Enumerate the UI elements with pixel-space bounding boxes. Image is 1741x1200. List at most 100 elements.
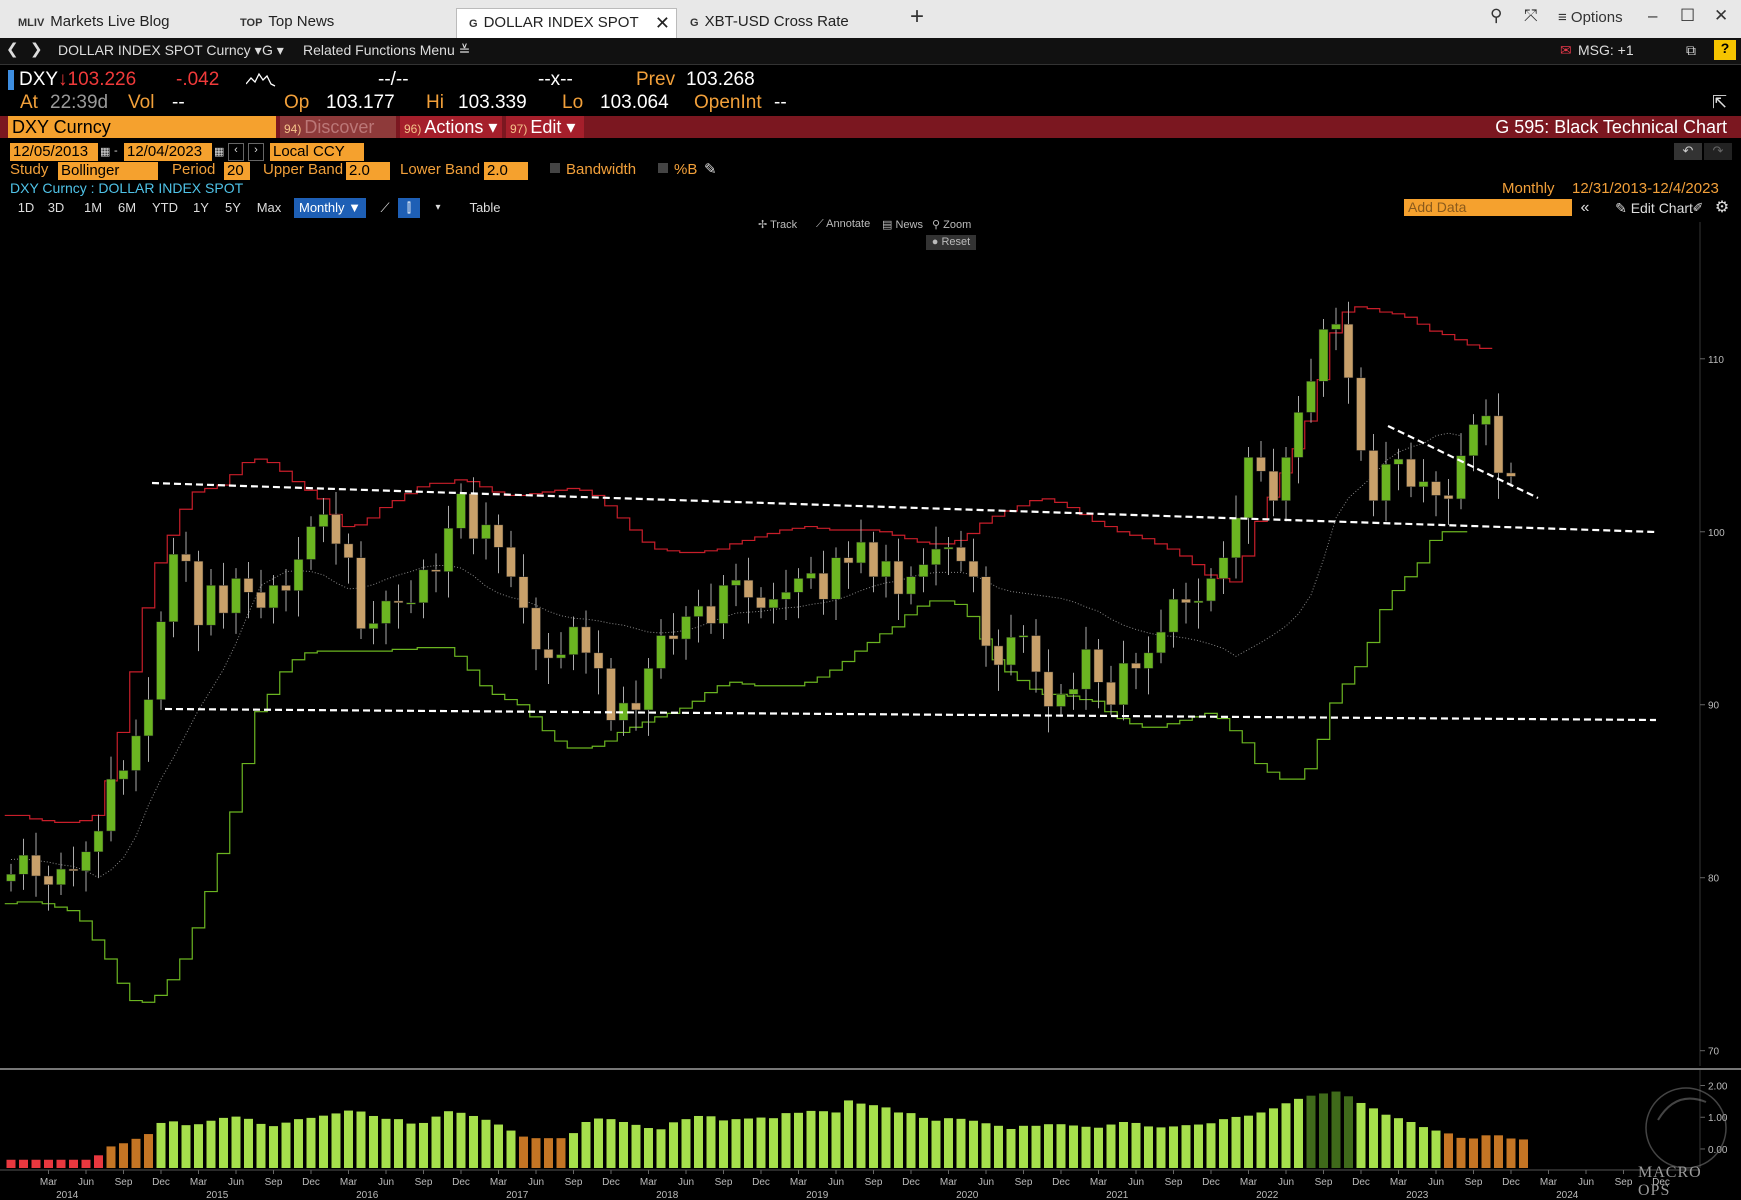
- candle-body: [318, 514, 329, 527]
- y-tick-label: 100: [1708, 528, 1725, 539]
- tab-top-news[interactable]: TOP Top News: [228, 8, 454, 38]
- price-chart[interactable]: 7080901001100.001.002.00Mar Jun Sep Dec Mar J…: [0, 222, 1741, 1200]
- maximize-icon[interactable]: ☐: [1680, 6, 1695, 26]
- bandwidth-bar: [844, 1100, 853, 1168]
- discover-button[interactable]: 94) Discover: [280, 116, 396, 138]
- range-button-6m[interactable]: 6M: [114, 198, 140, 218]
- options-menu[interactable]: ≡ Options: [1558, 9, 1623, 26]
- edit-button[interactable]: 97) Edit ▾: [506, 116, 584, 138]
- range-button-5y[interactable]: 5Y: [220, 198, 246, 218]
- bandwidth-bar: [356, 1111, 366, 1168]
- bandwidth-bar: [1494, 1135, 1503, 1168]
- x-month-label: Mar: [1540, 1177, 1558, 1188]
- x-month-label: Sep: [115, 1177, 133, 1188]
- close-window-icon[interactable]: ✕: [1714, 6, 1728, 26]
- x-month-label: Jun: [78, 1177, 94, 1188]
- x-month-label: Jun: [378, 1177, 394, 1188]
- settings-gear-icon[interactable]: ⚙: [1712, 198, 1732, 218]
- candle-body: [593, 652, 604, 669]
- range-button-1m[interactable]: 1M: [80, 198, 106, 218]
- candle-body: [243, 578, 254, 593]
- next-period-button[interactable]: ›: [248, 143, 264, 161]
- period-field[interactable]: 20: [224, 162, 250, 180]
- close-tab-icon[interactable]: ✕: [655, 9, 670, 37]
- candle-body: [906, 576, 916, 595]
- end-date-field[interactable]: 12/04/2023: [124, 143, 212, 161]
- pencil-icon[interactable]: ✎: [704, 160, 717, 178]
- bandwidth-bar: [944, 1118, 953, 1168]
- bandwidth-bar: [531, 1138, 541, 1168]
- candle-body: [1231, 517, 1241, 558]
- candle-body: [1418, 481, 1429, 488]
- candle-body: [581, 626, 591, 654]
- add-data-field[interactable]: Add Data: [1404, 199, 1572, 216]
- table-button[interactable]: Table: [460, 198, 510, 218]
- x-month-label: Mar: [1240, 1177, 1258, 1188]
- chart-type-dropdown-icon[interactable]: ▾: [430, 198, 446, 218]
- help-button[interactable]: ?: [1714, 40, 1736, 60]
- draw-icon[interactable]: ✐: [1690, 198, 1706, 218]
- range-button-1d[interactable]: 1D: [15, 198, 37, 218]
- candle-body: [56, 868, 66, 885]
- redo-icon[interactable]: ↷: [1704, 143, 1732, 160]
- bandwidth-bar: [131, 1138, 141, 1168]
- bandwidth-bar: [731, 1119, 741, 1168]
- nav-bar: ❮ ❯ DOLLAR INDEX SPOT Curncy ▾ G ▾ Relat…: [0, 38, 1741, 65]
- x-month-label: Dec: [1352, 1177, 1370, 1188]
- tab-xbt-usd[interactable]: GXBT-USD Cross Rate Curncy: [678, 8, 900, 59]
- security-field[interactable]: DXY Curncy: [8, 116, 276, 138]
- popout-icon[interactable]: ⇱: [1712, 92, 1727, 113]
- x-month-label: Dec: [1202, 1177, 1220, 1188]
- upper-band-field[interactable]: 2.0: [346, 162, 390, 180]
- bandwidth-bar: [69, 1159, 78, 1168]
- msg-indicator[interactable]: MSG: +1: [1578, 42, 1634, 58]
- bandwidth-bar: [1244, 1115, 1253, 1168]
- back-icon[interactable]: ❮: [6, 40, 19, 58]
- candle-body: [868, 541, 879, 577]
- candle-body: [531, 607, 541, 650]
- range-button-1y[interactable]: 1Y: [188, 198, 214, 218]
- bandwidth-checkbox[interactable]: [550, 163, 560, 173]
- related-functions-menu[interactable]: Related Functions Menu ≚: [303, 42, 470, 59]
- bandwidth-bar: [606, 1119, 616, 1168]
- forward-icon[interactable]: ❯: [30, 40, 43, 58]
- bandwidth-bar: [1056, 1124, 1066, 1168]
- candle-body: [781, 592, 791, 600]
- candle-chart-icon[interactable]: ⫿: [398, 198, 420, 218]
- expand-icon[interactable]: ⤧: [1524, 6, 1538, 26]
- layout-icon[interactable]: ⧉: [1686, 42, 1696, 59]
- line-chart-icon[interactable]: ⟋: [374, 198, 396, 218]
- mail-icon[interactable]: ✉: [1560, 42, 1572, 59]
- calendar-icon[interactable]: ▦: [214, 145, 224, 158]
- candle-body: [1043, 671, 1054, 707]
- tab-markets-live-blog[interactable]: MLIV Markets Live Blog: [6, 8, 226, 38]
- currency-select[interactable]: Local CCY: [270, 143, 364, 161]
- security-selector[interactable]: DOLLAR INDEX SPOT Curncy ▾: [58, 42, 262, 59]
- tab-dollar-index[interactable]: GDOLLAR INDEX SPOT Curncy✕: [456, 8, 677, 60]
- bandwidth-bar: [1144, 1126, 1153, 1168]
- lower-band-field[interactable]: 2.0: [484, 162, 528, 180]
- search-icon[interactable]: ⚲: [1490, 6, 1502, 26]
- range-button-ytd[interactable]: YTD: [148, 198, 182, 218]
- bandwidth-bar: [881, 1107, 891, 1168]
- percent-b-checkbox[interactable]: [658, 163, 668, 173]
- add-tab-button[interactable]: +: [910, 3, 924, 31]
- open-value: 103.177: [326, 92, 395, 113]
- function-selector[interactable]: G ▾: [262, 42, 284, 59]
- undo-icon[interactable]: ↶: [1674, 143, 1702, 160]
- start-date-field[interactable]: 12/05/2013: [10, 143, 98, 161]
- range-button-3d[interactable]: 3D: [45, 198, 67, 218]
- frequency-select[interactable]: Monthly ▼: [294, 198, 366, 218]
- bandwidth-bar: [1269, 1108, 1278, 1168]
- x-year-label: 2021: [1106, 1190, 1129, 1200]
- calendar-icon[interactable]: ▦: [100, 145, 110, 158]
- minimize-icon[interactable]: –: [1648, 6, 1657, 26]
- collapse-icon[interactable]: «: [1576, 198, 1594, 218]
- x-year-label: 2022: [1256, 1190, 1279, 1200]
- net-change: -.042: [176, 69, 220, 90]
- bandwidth-bar: [556, 1138, 566, 1168]
- prev-period-button[interactable]: ‹: [228, 143, 244, 161]
- actions-button[interactable]: 96) Actions ▾: [400, 116, 502, 138]
- range-button-max[interactable]: Max: [252, 198, 286, 218]
- study-select[interactable]: Bollinger: [58, 162, 158, 180]
